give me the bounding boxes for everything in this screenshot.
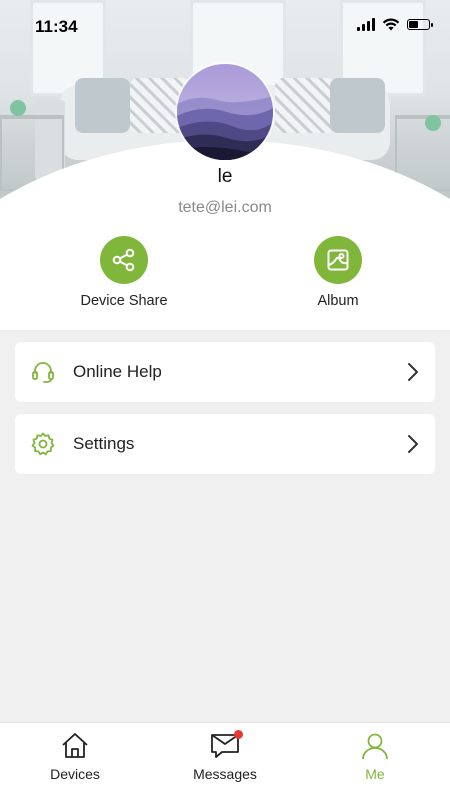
tab-label: Messages bbox=[193, 766, 257, 782]
wifi-icon bbox=[382, 18, 400, 31]
tab-me[interactable]: Me bbox=[300, 723, 450, 801]
tab-devices[interactable]: Devices bbox=[0, 723, 150, 801]
profile-email: tete@lei.com bbox=[178, 199, 272, 216]
battery-icon bbox=[407, 19, 433, 30]
headset-icon bbox=[32, 362, 54, 383]
status-time: 11:34 bbox=[35, 17, 78, 36]
bottom-tab-bar: Devices Messages Me bbox=[0, 722, 450, 801]
tab-label: Me bbox=[365, 766, 385, 782]
tab-label: Devices bbox=[50, 766, 100, 782]
device-share-button[interactable]: Device Share bbox=[54, 236, 194, 309]
tab-messages[interactable]: Messages bbox=[150, 723, 300, 801]
album-icon bbox=[327, 249, 349, 271]
profile-name: le bbox=[217, 166, 233, 187]
chevron-right-icon bbox=[408, 435, 418, 453]
menu-item-settings[interactable]: Settings bbox=[15, 414, 435, 474]
status-bar: 11:34 bbox=[0, 0, 450, 54]
avatar[interactable] bbox=[177, 64, 273, 160]
device-share-label: Device Share bbox=[80, 293, 168, 309]
menu-item-online-help[interactable]: Online Help bbox=[15, 342, 435, 402]
unread-badge bbox=[234, 730, 243, 739]
gear-icon bbox=[31, 432, 55, 456]
chevron-right-icon bbox=[408, 363, 418, 381]
user-icon bbox=[362, 733, 388, 760]
home-icon bbox=[62, 733, 88, 758]
menu-item-label: Settings bbox=[73, 434, 135, 453]
album-button[interactable]: Album bbox=[268, 236, 408, 309]
album-label: Album bbox=[317, 293, 359, 309]
menu-item-label: Online Help bbox=[73, 362, 162, 381]
share-icon bbox=[112, 248, 135, 272]
cellular-signal-icon bbox=[357, 18, 375, 31]
